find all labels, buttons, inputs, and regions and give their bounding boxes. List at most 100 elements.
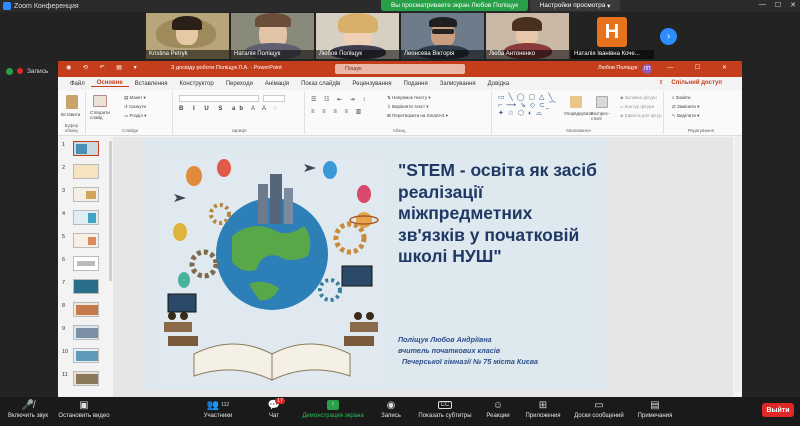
smartart-button[interactable]: ⊞ Перетворити на SmartArt ▾ [387, 113, 448, 119]
font-style-buttons[interactable]: B I U S ab [179, 106, 247, 112]
participants-button[interactable]: 👥 112 Участники [196, 399, 240, 420]
shape-effects-label: Ефекти для фігур [624, 113, 662, 118]
captions-button[interactable]: CC Показать субтитры [414, 399, 476, 419]
align-buttons[interactable]: ≡ ≡ ≡ ≡ ▥ [311, 108, 364, 115]
slide-thumbnail-selected[interactable] [73, 141, 99, 156]
zoom-window: Zoom Конференция — ☐ ✕ Вы просматриваете… [0, 0, 800, 426]
ppt-tab[interactable]: Вставлення [129, 81, 174, 87]
align-text-button[interactable]: ⇳ Вирівняти текст ▾ [387, 104, 429, 110]
slide-thumbnail[interactable] [73, 256, 99, 271]
shared-access-button[interactable]: ⇪ Спільний доступ [653, 79, 734, 86]
ppt-search-box[interactable]: Пошук [335, 64, 465, 74]
section-button[interactable]: ▭ Розділ ▾ [124, 113, 147, 119]
captions-icon: CC [414, 399, 476, 411]
ppt-tab[interactable]: Анімація [259, 81, 295, 87]
smiley-icon: ☺ [492, 399, 504, 411]
list-buttons[interactable]: ☰ ☷ ⇤ ⇥ ↕ [311, 96, 368, 103]
layout-button[interactable]: ▤ Макет ▾ [124, 95, 146, 101]
ppt-user-avatar[interactable]: ЛП [642, 64, 652, 74]
replace-button[interactable]: ⇄ Замінити ▾ [672, 104, 699, 110]
stop-video-button[interactable]: ▣ Остановить видео [56, 399, 112, 420]
ppt-tab[interactable]: Подання [398, 81, 434, 87]
ppt-tab[interactable]: Переходи [220, 81, 259, 87]
record-button[interactable]: ◉ Запись [374, 399, 408, 420]
shape-fill-button[interactable]: ◆ Заливка фігури [620, 95, 657, 101]
thumbnails-scrollbar[interactable] [109, 141, 112, 281]
unmute-button[interactable]: 🎤̸ Включить звук [2, 399, 54, 420]
participant-tile[interactable]: Kristina Petryk [146, 13, 229, 59]
slide-number: 1 [62, 142, 66, 148]
share-screen-button[interactable]: ↑ Демонстрация экрана [296, 399, 370, 419]
text-direction-label: Напрямок тексту [392, 95, 428, 100]
reactions-button[interactable]: ☺ Реакции [480, 399, 516, 420]
slide-number: 2 [62, 165, 66, 171]
slide-number: 10 [62, 349, 69, 355]
font-family-select[interactable] [179, 95, 259, 102]
new-slide-icon[interactable] [93, 95, 107, 107]
ppt-tab[interactable]: Рецензування [346, 81, 397, 87]
ppt-user-name: Любов Поліщук [598, 65, 638, 71]
recording-indicator[interactable]: Запись [0, 62, 58, 80]
slide-number: 5 [62, 234, 66, 240]
find-button[interactable]: ⌕ Знайти [672, 95, 691, 100]
quick-access-toolbar[interactable]: ◉ ⟲ ↶ ▤ ▾ [66, 64, 142, 71]
participant-tile[interactable]: Люба Антоненко [486, 13, 569, 59]
ribbon-group-editing: ⌕ Знайти ⇄ Замінити ▾ ↖ Виділити ▾ Редаг… [666, 92, 736, 134]
slide-number: 4 [62, 211, 66, 217]
notes-button[interactable]: ▤ Примечания [632, 399, 678, 420]
paste-icon[interactable] [66, 95, 78, 109]
slide-thumbnail[interactable] [73, 164, 99, 179]
font-group-label: Шрифт [232, 128, 247, 133]
minimize-icon[interactable]: — [759, 1, 766, 9]
maximize-icon[interactable]: ☐ [775, 1, 781, 9]
slide-number: 6 [62, 257, 66, 263]
chat-label: Чат [269, 413, 279, 419]
ppt-tab[interactable]: Записування [434, 81, 482, 87]
align-text-label: Вирівняти текст [392, 104, 426, 109]
close-icon[interactable]: ✕ [790, 1, 796, 9]
reset-button[interactable]: ↺ Скинути [124, 104, 146, 110]
layout-label: Макет [129, 95, 143, 100]
share-screen-icon: ↑ [327, 400, 339, 410]
ppt-tab[interactable]: Довідка [482, 81, 516, 87]
slide-thumbnail[interactable] [73, 210, 99, 225]
slide-thumbnail[interactable] [73, 187, 99, 202]
whiteboards-button[interactable]: ▭ Доски сообщений [570, 399, 628, 420]
chat-button[interactable]: 💬 17 Чат [258, 398, 290, 419]
current-slide[interactable]: "STEM - освіта як засіб реалізації міжпр… [146, 138, 606, 390]
text-direction-button[interactable]: ⇅ Напрямок тексту ▾ [387, 95, 431, 101]
next-participants-button[interactable]: › [660, 28, 677, 45]
slide-thumbnail[interactable] [73, 302, 99, 317]
slide-thumbnail[interactable] [73, 348, 99, 363]
ppt-tab-active[interactable]: Основне [90, 80, 129, 87]
apps-button[interactable]: ⊞ Приложения [520, 399, 566, 420]
font-color-buttons[interactable]: A A ◌ [251, 106, 280, 112]
slide-thumbnail[interactable] [73, 233, 99, 248]
participant-tile[interactable]: Любов Поліщук [316, 13, 399, 59]
slide-thumbnail[interactable] [73, 371, 99, 386]
shapes-gallery[interactable]: ▭ ╲ ◯ ▢ △ ╲ ⌐ ⟶ ⇘ ◇ ⊂ ⌒ ✦ ☆ ⬡ ◐ ⌓ ⎴ [498, 94, 558, 118]
participant-tile[interactable]: Леонсева Вікторія [401, 13, 484, 59]
microphone-muted-icon: 🎤̸ [21, 399, 35, 411]
select-button[interactable]: ↖ Виділити ▾ [672, 113, 699, 119]
font-size-select[interactable] [263, 95, 285, 102]
ppt-tab[interactable]: Показ слайдів [295, 81, 346, 87]
arrange-icon[interactable] [570, 96, 582, 108]
shape-effects-button[interactable]: ◈ Ефекти для фігур [620, 113, 662, 119]
slide-thumbnail[interactable] [73, 325, 99, 340]
ppt-window-controls[interactable]: — ☐ ✕ [667, 64, 737, 71]
ppt-tab[interactable]: Конструктор [174, 81, 220, 87]
view-options-button[interactable]: Настройки просмотра ▾ [530, 0, 620, 11]
slide-number: 3 [62, 188, 66, 194]
participant-tile[interactable]: Наталія Поліщук [231, 13, 314, 59]
captions-label: Показать субтитры [418, 413, 472, 419]
slide-thumbnail[interactable] [73, 279, 99, 294]
participant-tile[interactable]: H Наталія Іванівна Коче... [571, 13, 654, 59]
leave-meeting-button[interactable]: Выйти [762, 403, 794, 417]
ppt-tab[interactable]: Файл [64, 81, 91, 87]
quick-styles-icon[interactable] [596, 96, 608, 108]
shape-outline-button[interactable]: ▱ Контур фігури [620, 104, 654, 110]
shape-fill-label: Заливка фігури [624, 95, 657, 100]
slide-scrollbar[interactable] [735, 137, 741, 392]
ppt-search-text: Пошук [345, 66, 362, 72]
